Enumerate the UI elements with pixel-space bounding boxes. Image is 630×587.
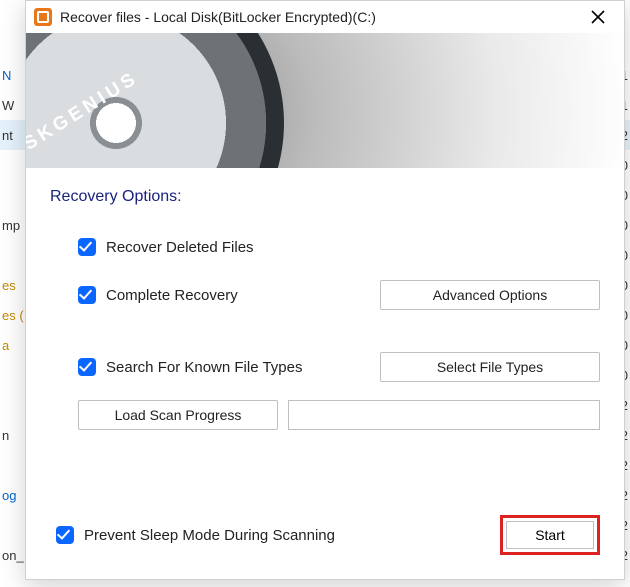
banner-image: DISKGENIUS [26, 33, 624, 168]
close-button[interactable] [578, 1, 618, 33]
prevent-sleep-checkbox[interactable] [56, 526, 74, 544]
disk-graphic [26, 33, 266, 168]
footer-row: Prevent Sleep Mode During Scanning Start [50, 515, 600, 555]
complete-recovery-checkbox[interactable] [78, 286, 96, 304]
recover-deleted-checkbox[interactable] [78, 238, 96, 256]
recover-deleted-label: Recover Deleted Files [106, 239, 254, 256]
option-row-recover-deleted: Recover Deleted Files [50, 232, 600, 262]
recovery-options-heading: Recovery Options: [50, 188, 600, 206]
load-progress-row: Load Scan Progress [50, 400, 600, 430]
option-row-search-known-types: Search For Known File Types Select File … [50, 352, 600, 382]
start-button-highlight: Start [500, 515, 600, 555]
close-icon [591, 10, 605, 24]
advanced-options-button[interactable]: Advanced Options [380, 280, 600, 310]
load-scan-progress-button[interactable]: Load Scan Progress [78, 400, 278, 430]
dialog-content: Recovery Options: Recover Deleted Files … [26, 168, 624, 579]
search-known-types-label: Search For Known File Types [106, 359, 302, 376]
recover-files-dialog: Recover files - Local Disk(BitLocker Enc… [25, 0, 625, 580]
select-file-types-button[interactable]: Select File Types [380, 352, 600, 382]
load-scan-progress-path-input[interactable] [288, 400, 600, 430]
search-known-types-checkbox[interactable] [78, 358, 96, 376]
app-icon [34, 8, 52, 26]
start-button[interactable]: Start [506, 521, 594, 549]
titlebar: Recover files - Local Disk(BitLocker Enc… [26, 1, 624, 33]
complete-recovery-label: Complete Recovery [106, 287, 238, 304]
option-row-complete-recovery: Complete Recovery Advanced Options [50, 280, 600, 310]
dialog-title: Recover files - Local Disk(BitLocker Enc… [60, 9, 578, 25]
prevent-sleep-label: Prevent Sleep Mode During Scanning [84, 527, 335, 544]
